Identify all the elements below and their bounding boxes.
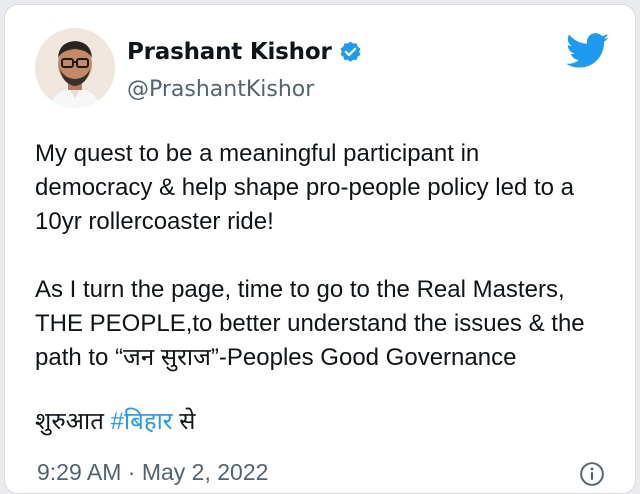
- tweet-text-line: democracy & help shape pro-people policy…: [35, 174, 574, 201]
- avatar[interactable]: [35, 28, 115, 108]
- author-display-name[interactable]: Prashant Kishor: [127, 39, 332, 65]
- tweet-closing-line: शुरुआत #बिहार से: [35, 405, 196, 439]
- tweet-text-line: THE PEOPLE,to better understand the issu…: [35, 310, 585, 337]
- tweet-card[interactable]: Prashant Kishor @PrashantKishor My quest…: [4, 4, 636, 494]
- closing-prefix: शुरुआत: [35, 408, 111, 435]
- tweet-text: My quest to be a meaningful participant …: [35, 137, 625, 375]
- tweet-timestamp[interactable]: 9:29 AM · May 2, 2022: [37, 459, 268, 486]
- tweet-text-line: path to “जन सुराज”-Peoples Good Governan…: [35, 344, 517, 371]
- author-handle[interactable]: @PrashantKishor: [127, 77, 314, 102]
- tweet-text-line: My quest to be a meaningful participant …: [35, 140, 480, 167]
- hashtag-link[interactable]: #बिहार: [111, 408, 173, 435]
- author-name-row[interactable]: Prashant Kishor: [127, 39, 363, 65]
- verified-badge-icon: [340, 41, 361, 62]
- tweet-text-line: 10yr rollercoaster ride!: [35, 208, 274, 235]
- info-icon[interactable]: [579, 461, 605, 487]
- tweet-text-line: As I turn the page, time to go to the Re…: [35, 276, 565, 303]
- twitter-bird-icon[interactable]: [566, 33, 610, 69]
- closing-suffix: से: [172, 408, 196, 435]
- profile-photo-icon: [35, 28, 115, 108]
